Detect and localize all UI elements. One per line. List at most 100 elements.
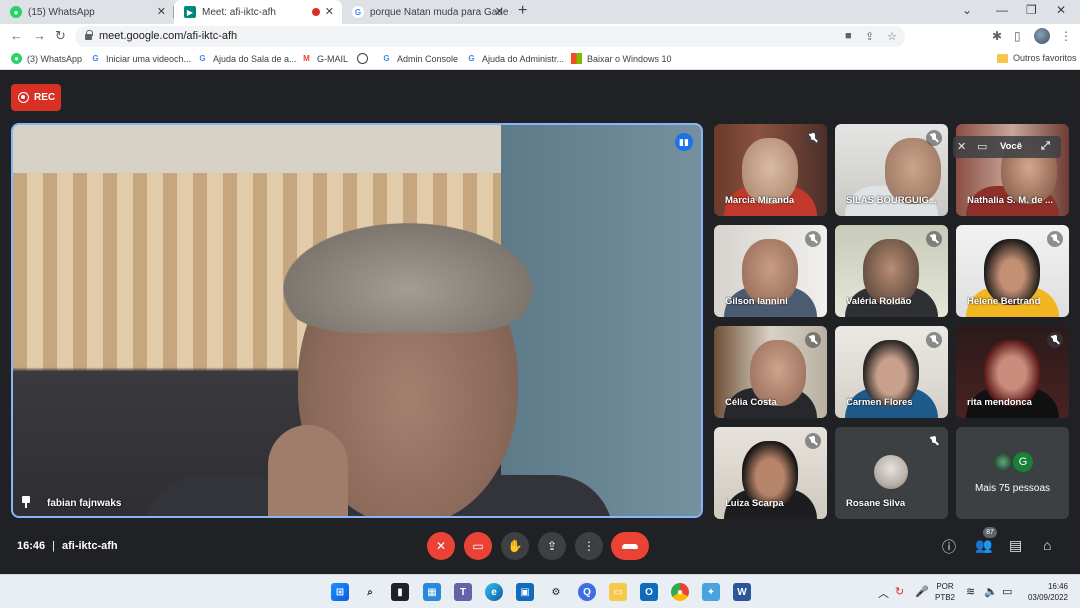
tab-search[interactable]: G porque Natan muda para Gade - ✕	[342, 0, 512, 24]
participant-tile[interactable]: Carmen Flores	[835, 326, 948, 418]
lock-icon	[85, 30, 93, 40]
mic-off-icon[interactable]: ✕	[957, 140, 966, 153]
word-icon[interactable]: W	[733, 583, 751, 601]
address-bar[interactable]: meet.google.com/afi-iktc-afh ■ ⇪ ☆	[75, 26, 905, 47]
expand-icon[interactable]: ⤢	[1041, 140, 1050, 153]
mic-off-icon	[805, 231, 821, 247]
chat-icon[interactable]: ▤	[1009, 537, 1022, 554]
leave-call-button[interactable]	[611, 532, 649, 560]
extensions-icon[interactable]: ✱	[992, 29, 1002, 43]
bookmark-windows[interactable]: Baixar o Windows 10	[571, 53, 672, 64]
wifi-icon[interactable]: ≋	[966, 585, 975, 598]
camera-off-icon[interactable]: ▭	[977, 140, 987, 153]
bookmark-gmail[interactable]: M G-MAIL	[301, 53, 348, 64]
tab-search-chevron-icon[interactable]: ⌄	[962, 3, 972, 17]
divider: |	[52, 540, 55, 552]
system-clock[interactable]: 16:46 03/09/2022	[1022, 581, 1068, 603]
bookmark-videochamada[interactable]: G Iniciar uma videoch...	[90, 53, 191, 64]
start-icon[interactable]: ⊞	[331, 583, 349, 601]
forward-icon[interactable]: →	[33, 28, 46, 43]
camera-icon[interactable]: ■	[845, 30, 852, 42]
profile-avatar[interactable]	[1034, 28, 1050, 44]
share-icon[interactable]: ⇪	[865, 30, 874, 43]
edge-icon[interactable]: e	[485, 583, 503, 601]
bookmark-star-icon[interactable]: ☆	[887, 30, 897, 43]
self-view-controls: ✕ ▭ Você ⤢	[953, 136, 1061, 158]
chevron-up-icon[interactable]: ︿	[878, 585, 889, 601]
recording-dot-icon	[312, 8, 320, 16]
teams-icon[interactable]: T	[454, 583, 472, 601]
more-participants-tile[interactable]: G Mais 75 pessoas	[956, 427, 1069, 519]
people-icon[interactable]: 👥	[975, 537, 992, 554]
input-language[interactable]: POR PTB2	[935, 581, 955, 603]
participant-tile[interactable]: Marcia Miranda	[714, 124, 827, 216]
menu-icon[interactable]: ⋮	[1060, 29, 1072, 43]
mic-off-icon	[805, 130, 821, 146]
task-view-icon[interactable]: ▮	[391, 583, 409, 601]
hand-icon: ✋	[507, 539, 523, 553]
app-icon[interactable]: Q	[578, 583, 596, 601]
store-icon[interactable]: ▣	[516, 583, 534, 601]
search-icon[interactable]: ⌕	[361, 583, 379, 601]
video-hand	[268, 425, 348, 516]
participant-tile[interactable]: Luiza Scarpa	[714, 427, 827, 519]
minimize-icon[interactable]: —	[996, 3, 1008, 17]
main-speaker-video[interactable]: ▮▮ fabian fajnwaks	[11, 123, 703, 518]
camera-toggle-button[interactable]: ▭	[464, 532, 492, 560]
widgets-icon[interactable]: ▦	[423, 583, 441, 601]
chrome-icon[interactable]: ●	[671, 583, 689, 601]
present-button[interactable]: ⇪	[538, 532, 566, 560]
volume-icon[interactable]: 🔈	[984, 585, 998, 598]
sync-icon[interactable]: ↻	[895, 585, 904, 598]
mic-off-icon	[805, 433, 821, 449]
windows-icon	[571, 53, 582, 64]
more-options-button[interactable]: ⋮	[575, 532, 603, 560]
mic-off-icon	[1047, 231, 1063, 247]
bookmark-admin-console[interactable]: G Admin Console	[381, 53, 458, 64]
bookmark-ajuda-admin[interactable]: G Ajuda do Administr...	[466, 53, 564, 64]
bookmark-ajuda-sala[interactable]: G Ajuda do Sala de a...	[197, 53, 296, 64]
bookmark-whatsapp[interactable]: ● (3) WhatsApp	[11, 53, 82, 64]
activities-icon[interactable]: ⌂	[1043, 537, 1051, 553]
tab-whatsapp[interactable]: ● (15) WhatsApp ✕	[0, 0, 174, 24]
meeting-details-icon[interactable]: ⓘ	[942, 537, 956, 557]
participant-tile[interactable]: rita mendonca	[956, 326, 1069, 418]
tab-meet[interactable]: ▶ Meet: afi-iktc-afh ✕	[174, 0, 342, 24]
other-bookmarks[interactable]: Outros favoritos	[997, 53, 1077, 63]
bookmark-globe[interactable]	[357, 53, 373, 64]
recording-indicator[interactable]: REC	[11, 84, 61, 111]
participant-tile[interactable]: Célia Costa	[714, 326, 827, 418]
windows-taskbar: ⊞ ⌕ ▮ ▦ T e ▣ ⚙ Q ▭ O ● ✦ W ︿ ↻ 🎤 POR PT…	[0, 574, 1080, 608]
close-icon[interactable]: ✕	[325, 5, 334, 18]
back-icon[interactable]: ←	[10, 28, 23, 43]
close-window-icon[interactable]: ✕	[1056, 3, 1066, 17]
new-tab-icon[interactable]: +	[518, 2, 527, 20]
participant-tile[interactable]: Gilson Iannini	[714, 225, 827, 317]
battery-icon[interactable]: ▭	[1002, 585, 1012, 598]
participant-tile[interactable]: Helene Bertrand	[956, 225, 1069, 317]
speaking-indicator-icon: ▮▮	[675, 133, 693, 151]
close-icon[interactable]: ✕	[495, 5, 504, 18]
reload-icon[interactable]: ↻	[55, 28, 66, 44]
settings-icon[interactable]: ⚙	[547, 583, 565, 601]
google-icon: G	[352, 6, 364, 18]
raise-hand-button[interactable]: ✋	[501, 532, 529, 560]
outlook-icon[interactable]: O	[640, 583, 658, 601]
meet-icon: ▶	[184, 6, 196, 18]
file-explorer-icon[interactable]: ▭	[609, 583, 627, 601]
avatar	[992, 451, 1014, 473]
microphone-icon[interactable]: 🎤	[915, 585, 929, 598]
restore-icon[interactable]: ❐	[1026, 3, 1037, 17]
participant-tile[interactable]: SILAS BOURGUIG...	[835, 124, 948, 216]
participant-tile[interactable]: Rosane Silva	[835, 427, 948, 519]
video-hair	[283, 223, 533, 333]
side-panel-icon[interactable]: ▯	[1014, 29, 1021, 43]
participant-tile[interactable]: Valéria Roldão	[835, 225, 948, 317]
pin-icon[interactable]	[21, 496, 31, 508]
close-icon[interactable]: ✕	[157, 5, 166, 18]
whatsapp-icon: ●	[11, 53, 22, 64]
app-icon[interactable]: ✦	[702, 583, 720, 601]
mic-toggle-button[interactable]: ✕	[427, 532, 455, 560]
mic-off-icon	[926, 332, 942, 348]
mic-off-icon	[926, 433, 942, 449]
